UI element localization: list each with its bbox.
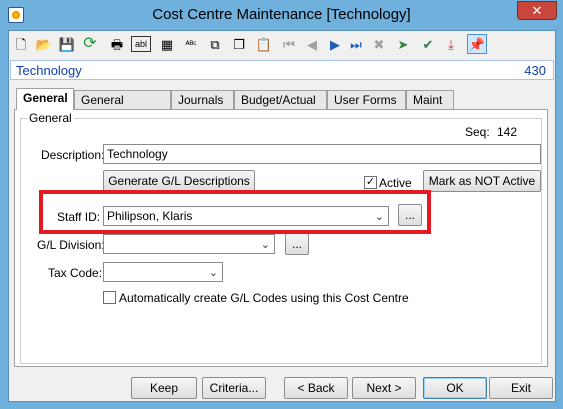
next-record-icon[interactable]: ▶	[325, 34, 345, 54]
toolbar: 🗋 📂 💾 ⟳ 🖶 abl ▦ ᴬᴮᶜ ⧉ ❐ 📋 ⏮ ◀ ▶ ⏭ ✖ ➤ ✔ …	[9, 31, 555, 57]
new-icon[interactable]: 🗋	[11, 34, 31, 54]
window-title: Cost Centre Maintenance [Technology]	[152, 6, 411, 23]
record-title: Technology	[16, 63, 82, 78]
auto-create-gl-label: Automatically create G/L Codes using thi…	[119, 291, 409, 305]
navigate-icon[interactable]: ➤	[393, 34, 413, 54]
close-button[interactable]: ✕	[517, 1, 557, 20]
copy-icon[interactable]: ❐	[229, 34, 249, 54]
previous-record-icon[interactable]: ◀	[302, 34, 322, 54]
tab-maint[interactable]: Maint	[406, 90, 454, 110]
gl-division-label: G/L Division:	[37, 238, 105, 252]
general-tab-panel: General Seq: 142 Description: Technology…	[14, 109, 548, 367]
tax-code-label: Tax Code:	[48, 266, 103, 280]
gl-division-dropdown[interactable]: ⌄	[103, 234, 275, 254]
tab-journals[interactable]: Journals	[171, 90, 234, 110]
gl-division-lookup-button[interactable]: ...	[285, 233, 309, 255]
first-record-icon[interactable]: ⏮	[279, 34, 299, 54]
tab-budget-actual[interactable]: Budget/Actual	[234, 90, 327, 110]
copy-icon[interactable]: ⧉	[205, 34, 225, 54]
active-checkbox[interactable]: ✓	[364, 176, 377, 189]
chevron-down-icon: ⌄	[208, 267, 218, 279]
paste-icon[interactable]: 📋	[254, 34, 274, 54]
tab-general[interactable]: General	[16, 88, 74, 110]
general-group: General Seq: 142 Description: Technology…	[20, 111, 542, 364]
mark-not-active-button[interactable]: Mark as NOT Active	[423, 170, 541, 192]
spell-check-icon[interactable]: ᴬᴮᶜ	[181, 34, 201, 54]
print-icon[interactable]: 🖶	[107, 34, 127, 54]
window: Cost Centre Maintenance [Technology] ✕ 🗋…	[0, 0, 563, 409]
stamp-icon[interactable]: ✔	[418, 34, 438, 54]
next-button[interactable]: Next >	[352, 377, 416, 399]
generate-gl-descriptions-button[interactable]: Generate G/L Descriptions	[103, 170, 255, 192]
criteria-button[interactable]: Criteria...	[202, 377, 266, 399]
group-label: General	[27, 111, 74, 125]
active-label: Active	[379, 176, 412, 190]
save-icon[interactable]: 💾	[57, 34, 77, 54]
calculator-icon[interactable]: ▦	[157, 34, 177, 54]
record-header: Technology 430	[10, 60, 554, 80]
auto-create-gl-checkbox[interactable]	[103, 291, 116, 304]
delete-icon[interactable]: ✖	[369, 34, 389, 54]
ok-button[interactable]: OK	[423, 377, 487, 399]
keep-button[interactable]: Keep	[131, 377, 197, 399]
staff-id-highlight-box	[39, 190, 431, 234]
last-record-icon[interactable]: ⏭	[346, 34, 366, 54]
back-button[interactable]: < Back	[284, 377, 348, 399]
seq-label: Seq:	[465, 125, 490, 139]
refresh-icon[interactable]: ⟳	[80, 34, 100, 54]
tax-code-dropdown[interactable]: ⌄	[103, 262, 223, 282]
chevron-down-icon: ⌄	[260, 239, 270, 251]
description-field[interactable]: Technology	[103, 144, 541, 164]
text-field-icon[interactable]: abl	[131, 36, 151, 52]
description-label: Description:	[41, 148, 105, 162]
title-bar[interactable]: Cost Centre Maintenance [Technology] ✕	[0, 0, 563, 30]
tab-user-forms[interactable]: User Forms	[327, 90, 406, 110]
open-folder-icon[interactable]: 📂	[34, 34, 54, 54]
exit-button[interactable]: Exit	[489, 377, 553, 399]
record-code: 430	[524, 63, 546, 78]
seq-value: 142	[497, 125, 518, 139]
pin-icon[interactable]: 📌	[467, 34, 487, 54]
export-icon[interactable]: ⤓	[441, 34, 461, 54]
tab-general-ledger[interactable]: General Ledger	[74, 90, 171, 125]
